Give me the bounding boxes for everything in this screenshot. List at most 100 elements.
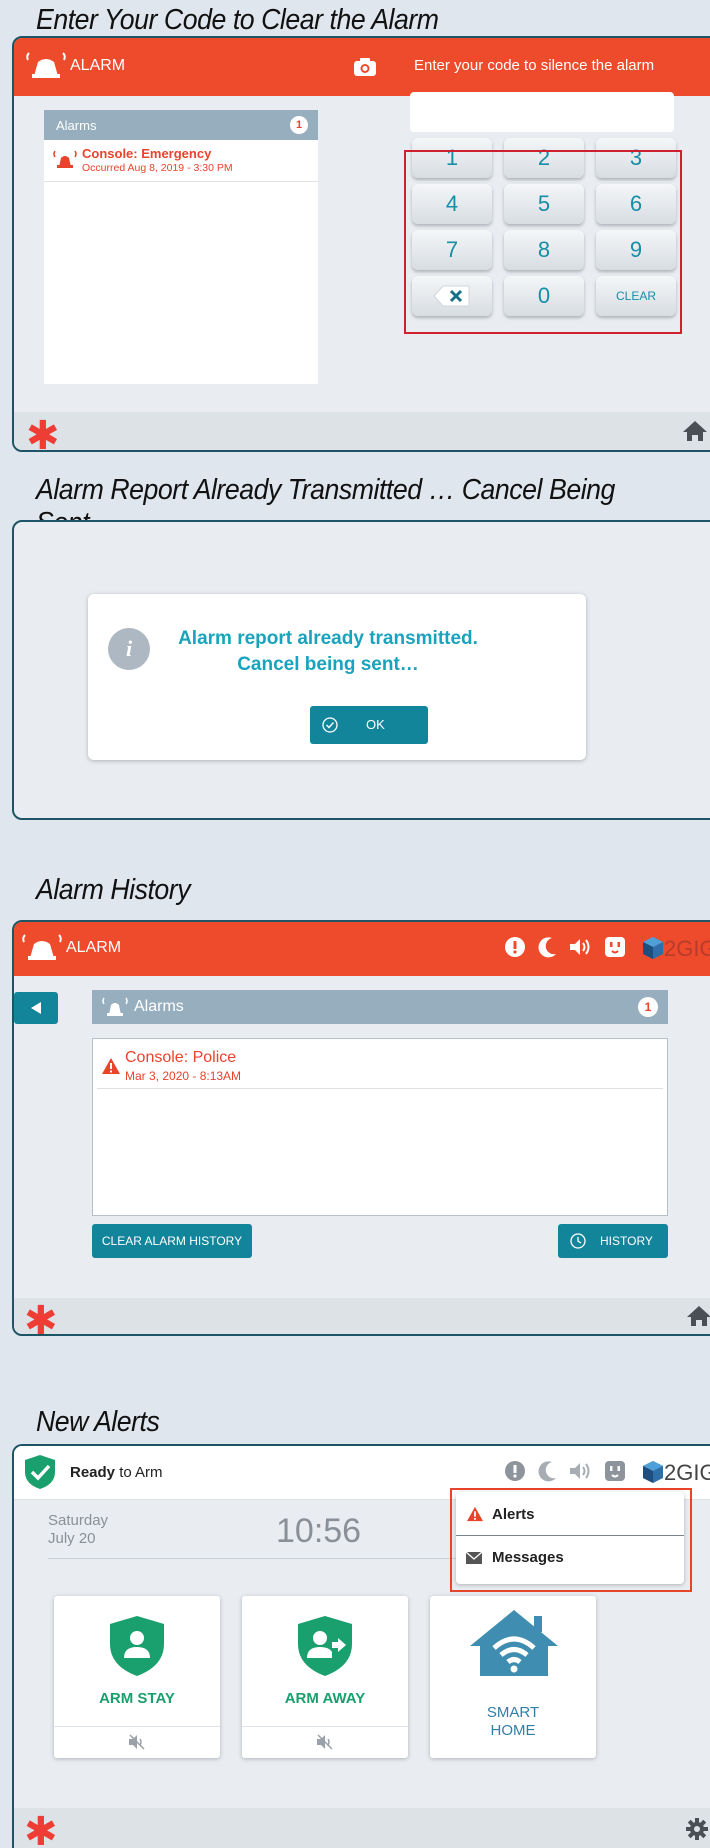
- brand-name: 2GIG: [664, 1460, 710, 1485]
- home-icon[interactable]: [682, 420, 708, 442]
- status-icons: 2GIG: [494, 1460, 710, 1486]
- outlet-icon[interactable]: [604, 1460, 626, 1482]
- clock-time: 10:56: [276, 1512, 362, 1550]
- transmitted-message-line2: Cancel being sent…: [237, 654, 419, 675]
- speaker-icon[interactable]: [568, 1460, 592, 1482]
- home-icon[interactable]: [686, 1305, 710, 1327]
- alarm-list-item[interactable]: Console: Emergency Occurred Aug 8, 2019 …: [44, 140, 318, 182]
- asterisk-icon[interactable]: ✱: [24, 1812, 58, 1848]
- camera-icon[interactable]: [354, 58, 376, 76]
- home-screen: Ready to Arm 2GIG Saturday July 20 10:56…: [12, 1444, 710, 1848]
- date-day: Saturday: [48, 1512, 109, 1529]
- siren-icon: [22, 934, 62, 960]
- menu-item-alerts[interactable]: Alerts: [456, 1492, 684, 1536]
- alarm-title: ALARM: [70, 57, 126, 74]
- arm-away-tile[interactable]: ARM AWAY: [242, 1596, 408, 1758]
- smart-home-label-line2: HOME: [490, 1722, 536, 1739]
- alarm-top-bar: ALARM 2GIG: [14, 922, 710, 976]
- alarm-history-screen: ALARM 2GIG Alarms 1 Console: Police Mar …: [12, 920, 710, 1336]
- mute-icon[interactable]: [128, 1734, 146, 1750]
- status-icons: 2GIG: [494, 936, 710, 962]
- warning-icon: [467, 1506, 483, 1522]
- menu-item-alerts-label: Alerts: [492, 1506, 535, 1523]
- moon-icon[interactable]: [538, 1460, 558, 1482]
- alarms-panel: Alarms 1 Console: Emergency Occurred Aug…: [44, 110, 318, 384]
- alarms-panel-title: Alarms: [134, 998, 184, 1015]
- alarm-time: Mar 3, 2020 - 8:13AM: [125, 1069, 242, 1083]
- alarms-count-badge: 1: [638, 997, 658, 1017]
- alarms-panel-header: Alarms 1: [92, 990, 668, 1024]
- alert-icon[interactable]: [504, 936, 526, 958]
- report-transmitted-screen: i Alarm report already transmitted. Canc…: [12, 520, 710, 820]
- smart-home-tile[interactable]: SMART HOME: [430, 1596, 596, 1758]
- menu-item-messages[interactable]: Messages: [456, 1536, 684, 1580]
- section-heading-new-alerts: New Alerts: [36, 1406, 160, 1438]
- asterisk-icon[interactable]: ✱: [24, 1301, 58, 1334]
- alarm-history-list: Console: Police Mar 3, 2020 - 8:13AM: [92, 1038, 668, 1216]
- info-icon: i: [108, 628, 150, 670]
- smart-home-label-line1: SMART: [486, 1704, 540, 1721]
- alarms-count-badge: 1: [290, 116, 308, 134]
- silence-prompt: Enter your code to silence the alarm: [414, 57, 655, 74]
- alarm-name: Console: Emergency: [82, 146, 212, 161]
- divider: [242, 1726, 408, 1727]
- code-input[interactable]: [410, 92, 674, 132]
- siren-icon: [102, 997, 128, 1016]
- alarms-panel-header: Alarms 1: [44, 110, 318, 140]
- back-arrow-icon: [31, 1002, 41, 1014]
- alarm-title: ALARM: [66, 939, 122, 956]
- arm-stay-tile[interactable]: ARM STAY: [54, 1596, 220, 1758]
- alerts-dropdown: Alerts Messages: [456, 1492, 684, 1584]
- arm-away-label: ARM AWAY: [284, 1690, 366, 1707]
- asterisk-icon[interactable]: ✱: [26, 416, 60, 450]
- outlet-icon[interactable]: [604, 936, 626, 958]
- envelope-icon: [466, 1552, 482, 1564]
- alert-icon[interactable]: [504, 1460, 526, 1482]
- ok-button[interactable]: OK: [310, 706, 428, 744]
- shield-check-icon: [25, 1455, 55, 1489]
- ok-label: OK: [366, 717, 385, 732]
- section-heading-alarm-history: Alarm History: [36, 874, 191, 906]
- arm-status: Ready to Arm: [70, 1464, 163, 1481]
- siren-icon: [53, 150, 77, 168]
- bottom-bar: ✱: [14, 412, 710, 450]
- back-button[interactable]: [14, 992, 58, 1024]
- keypad-highlight: [404, 150, 682, 334]
- clear-alarm-history-button[interactable]: CLEAR ALARM HISTORY: [92, 1224, 252, 1258]
- alerts-menu-highlight: Alerts Messages: [450, 1488, 692, 1592]
- check-circle-icon: [322, 717, 338, 733]
- brand-logo-icon: [643, 1461, 663, 1483]
- alarm-list-item[interactable]: Console: Police Mar 3, 2020 - 8:13AM: [97, 1043, 663, 1089]
- brand-logo-icon: [643, 937, 663, 959]
- clock-icon: [570, 1233, 586, 1249]
- alarm-time: Occurred Aug 8, 2019 - 3:30 PM: [82, 162, 233, 174]
- brand-name: 2GIG: [664, 936, 710, 961]
- transmitted-message-line1: Alarm report already transmitted.: [178, 628, 478, 649]
- warning-icon: [102, 1058, 120, 1074]
- section-heading-clear-alarm: Enter Your Code to Clear the Alarm: [36, 4, 439, 36]
- history-button[interactable]: HISTORY: [558, 1224, 668, 1258]
- arm-stay-shield-icon: [110, 1616, 164, 1676]
- alarm-name: Console: Police: [125, 1049, 237, 1066]
- arm-away-shield-icon: [298, 1616, 352, 1676]
- arm-status-bold: Ready: [70, 1464, 116, 1481]
- gear-icon[interactable]: [686, 1818, 708, 1840]
- speaker-icon[interactable]: [568, 936, 592, 958]
- arm-status-rest: to Arm: [115, 1464, 163, 1481]
- divider: [54, 1726, 220, 1727]
- smart-home-icon: [470, 1610, 558, 1676]
- mute-icon[interactable]: [316, 1734, 334, 1750]
- history-label: HISTORY: [600, 1234, 653, 1248]
- bottom-bar: ✱: [14, 1298, 710, 1334]
- alarms-panel-title: Alarms: [56, 118, 97, 133]
- siren-icon: [26, 52, 66, 78]
- divider: [48, 1558, 468, 1559]
- menu-item-messages-label: Messages: [492, 1549, 564, 1566]
- arm-stay-label: ARM STAY: [99, 1690, 175, 1707]
- transmitted-dialog: i Alarm report already transmitted. Canc…: [88, 594, 586, 760]
- bottom-bar: ✱: [14, 1808, 710, 1848]
- alarm-top-bar: ALARM Enter your code to silence the ala…: [14, 38, 710, 96]
- moon-icon[interactable]: [538, 936, 558, 958]
- alarm-code-screen: ALARM Enter your code to silence the ala…: [12, 36, 710, 452]
- date-month-day: July 20: [48, 1530, 96, 1547]
